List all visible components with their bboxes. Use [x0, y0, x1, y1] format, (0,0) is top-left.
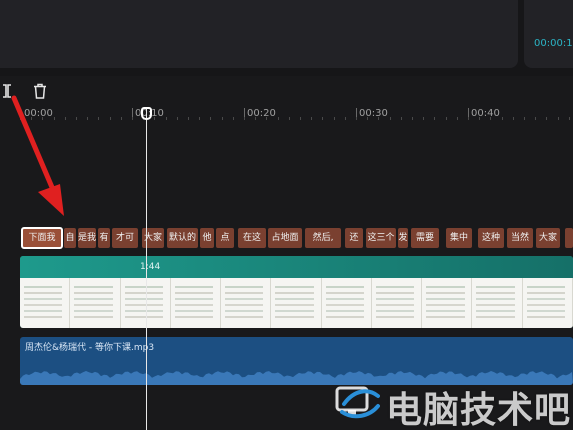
video-frame: [422, 278, 473, 328]
ruler-minor-tick: [535, 117, 536, 120]
video-duration: 1:44: [140, 262, 161, 272]
ruler-label: 00:30: [359, 108, 388, 119]
caption-clip[interactable]: 大家: [536, 228, 560, 248]
caption-clip[interactable]: [565, 228, 573, 248]
video-frame: [322, 278, 372, 328]
caption-clip[interactable]: 下面我: [21, 227, 63, 249]
video-track[interactable]: 1:44: [20, 256, 573, 328]
ruler-minor-tick: [558, 117, 559, 120]
ruler-minor-tick: [356, 117, 357, 120]
ruler-minor-tick: [334, 117, 335, 120]
video-frame: [271, 278, 322, 328]
caption-clip[interactable]: 还: [345, 228, 363, 248]
ruler-minor-tick: [166, 117, 167, 120]
ruler-minor-tick: [278, 117, 279, 120]
ruler-minor-tick: [210, 117, 211, 120]
caption-clip[interactable]: 发: [398, 228, 408, 248]
ruler-minor-tick: [177, 117, 178, 120]
ruler-minor-tick: [468, 117, 469, 120]
video-frame: [70, 278, 121, 328]
ruler-minor-tick: [266, 117, 267, 120]
timeline-toolbar: [0, 76, 573, 106]
ruler-minor-tick: [233, 117, 234, 120]
ruler-minor-tick: [513, 117, 514, 120]
video-thumbnails: [20, 278, 573, 328]
ruler-minor-tick: [110, 117, 111, 120]
ruler-minor-tick: [132, 117, 133, 120]
ruler-minor-tick: [401, 117, 402, 120]
video-frame: [221, 278, 272, 328]
caption-clip[interactable]: 这种: [478, 228, 504, 248]
ruler-minor-tick: [457, 117, 458, 120]
watermark: 电脑技术吧: [334, 378, 573, 430]
ruler-minor-tick: [222, 117, 223, 120]
ruler-minor-tick: [390, 117, 391, 120]
ruler-minor-tick: [569, 117, 570, 120]
ruler-minor-tick: [378, 117, 379, 120]
caption-clip[interactable]: 他: [200, 228, 214, 248]
ruler-minor-tick: [546, 117, 547, 120]
ruler-minor-tick: [87, 117, 88, 120]
ruler-minor-tick: [412, 117, 413, 120]
ruler-minor-tick: [502, 117, 503, 120]
audio-track-name: 周杰伦&杨瑞代 - 等你下课.mp3: [25, 343, 155, 353]
ruler-minor-tick: [524, 117, 525, 120]
video-frame: [472, 278, 523, 328]
ruler-label: 00:20: [247, 108, 276, 119]
annotation-arrow: [11, 95, 64, 216]
caption-clip[interactable]: 有: [98, 228, 110, 248]
ruler-minor-tick: [199, 117, 200, 120]
ruler-minor-tick: [98, 117, 99, 120]
ruler-minor-tick: [76, 117, 77, 120]
ruler-minor-tick: [367, 117, 368, 120]
time-ruler[interactable]: 00:00 00:10 00:20 00:30 00:40: [0, 104, 573, 126]
ruler-minor-tick: [434, 117, 435, 120]
caption-clip[interactable]: 自: [64, 228, 76, 248]
time-readout: 00:00:11: [534, 38, 573, 49]
preview-panel-left: [0, 0, 518, 68]
caption-clip[interactable]: 占地面: [268, 228, 302, 248]
watermark-logo-icon: [335, 386, 380, 419]
video-track-header: 1:44: [20, 256, 573, 278]
caption-clip[interactable]: 当然: [507, 228, 533, 248]
caption-clip[interactable]: 默认的: [167, 228, 198, 248]
ruler-minor-tick: [289, 117, 290, 120]
ruler-minor-tick: [188, 117, 189, 120]
ruler-minor-tick: [423, 117, 424, 120]
ruler-minor-tick: [244, 117, 245, 120]
watermark-text: 电脑技术吧: [386, 390, 572, 430]
caption-clip[interactable]: 集中: [446, 228, 472, 248]
ruler-minor-tick: [345, 117, 346, 120]
ruler-minor-tick: [154, 117, 155, 120]
caption-clip[interactable]: 是我: [78, 228, 96, 248]
ruler-minor-tick: [121, 117, 122, 120]
caption-clip[interactable]: 需要: [411, 228, 439, 248]
preview-panel-right: [524, 0, 573, 68]
video-frame: [171, 278, 222, 328]
ruler-minor-tick: [311, 117, 312, 120]
video-frame: [523, 278, 573, 328]
ruler-minor-tick: [255, 117, 256, 120]
caption-track[interactable]: 下面我 自 是我 有 才可 大家 默认的 他 点 在这 占地面 然后, 还 这三…: [0, 226, 573, 250]
ruler-label: 00:40: [471, 108, 500, 119]
ruler-minor-tick: [322, 117, 323, 120]
caption-clip[interactable]: 这三个: [366, 228, 396, 248]
caption-clip[interactable]: 点: [216, 228, 234, 248]
ruler-minor-tick: [446, 117, 447, 120]
playhead-line[interactable]: [146, 108, 147, 430]
ruler-minor-tick: [300, 117, 301, 120]
video-frame: [20, 278, 71, 328]
ruler-minor-tick: [490, 117, 491, 120]
ruler-minor-tick: [479, 117, 480, 120]
video-frame: [372, 278, 423, 328]
playhead-handle[interactable]: [141, 107, 152, 120]
caption-clip[interactable]: 才可: [112, 228, 138, 248]
caption-clip[interactable]: 在这: [238, 228, 266, 248]
caption-clip[interactable]: 然后,: [305, 228, 341, 248]
